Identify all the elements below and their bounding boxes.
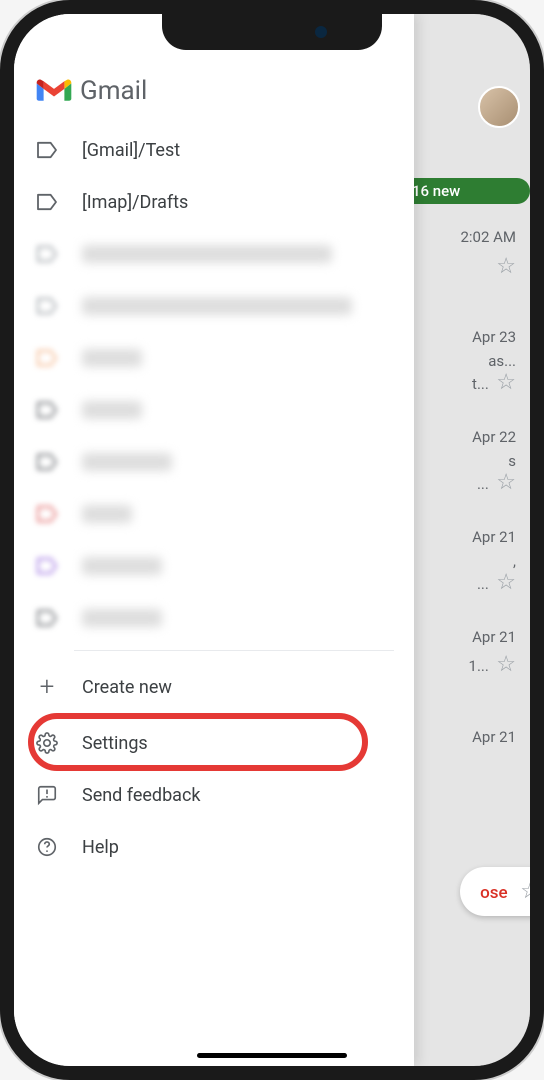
compose-button[interactable]: ose ☆ <box>460 867 530 916</box>
plus-icon: + <box>36 672 58 702</box>
nav-drawer: Gmail [Gmail]/Test [Imap]/Drafts + Create… <box>14 14 414 1066</box>
label-text <box>82 297 352 315</box>
settings-item[interactable]: Settings <box>14 717 414 769</box>
label-icon <box>36 401 58 419</box>
label-item[interactable] <box>14 332 414 384</box>
feedback-text: Send feedback <box>82 785 201 806</box>
label-item[interactable]: [Gmail]/Test <box>14 124 414 176</box>
star-icon[interactable]: ☆ <box>520 879 530 904</box>
label-icon <box>36 245 58 263</box>
create-new-text: Create new <box>82 677 172 698</box>
row-snippet: ,... ☆ <box>477 552 516 595</box>
row-time: Apr 23 <box>472 328 516 346</box>
inbox-row[interactable]: Apr 22 s... ☆ <box>400 418 530 518</box>
help-text: Help <box>82 837 119 858</box>
inbox-row[interactable]: Apr 21 <box>400 718 530 818</box>
divider <box>74 650 394 651</box>
label-icon <box>36 557 58 575</box>
inbox-background: 16 new 2:02 AM ☆ Apr 23 as... t... ☆ Apr… <box>400 14 530 1066</box>
create-new-label[interactable]: + Create new <box>14 657 414 717</box>
row-snippet: 1... ☆ <box>469 652 516 677</box>
inbox-row[interactable]: Apr 21 ,... ☆ <box>400 518 530 618</box>
label-icon <box>36 193 58 211</box>
label-item[interactable] <box>14 436 414 488</box>
label-item[interactable] <box>14 488 414 540</box>
row-time: Apr 22 <box>472 428 516 446</box>
notch <box>162 14 382 50</box>
row-time: Apr 21 <box>472 628 516 646</box>
label-text <box>82 609 162 627</box>
compose-label: ose <box>480 883 508 903</box>
label-item[interactable] <box>14 384 414 436</box>
row-snippet: s... ☆ <box>477 452 516 495</box>
label-text <box>82 401 142 419</box>
drawer-title: Gmail <box>80 76 147 106</box>
unread-badge: 16 new <box>400 178 530 204</box>
row-time: Apr 21 <box>472 728 516 746</box>
label-item[interactable] <box>14 228 414 280</box>
label-icon <box>36 505 58 523</box>
label-item[interactable]: [Imap]/Drafts <box>14 176 414 228</box>
label-text <box>82 453 172 471</box>
feedback-icon <box>36 784 58 806</box>
label-text <box>82 505 132 523</box>
home-indicator[interactable] <box>197 1053 347 1058</box>
row-time: 2:02 AM <box>460 228 516 246</box>
label-icon <box>36 141 58 159</box>
label-text: [Gmail]/Test <box>82 140 180 161</box>
row-snippet: as... t... ☆ <box>468 352 516 395</box>
row-time: Apr 21 <box>472 528 516 546</box>
label-icon <box>36 349 58 367</box>
gear-icon <box>36 732 58 754</box>
avatar[interactable] <box>478 86 520 128</box>
help-icon <box>36 836 58 858</box>
label-item[interactable] <box>14 540 414 592</box>
label-text: [Imap]/Drafts <box>82 192 188 213</box>
label-icon <box>36 453 58 471</box>
label-item[interactable] <box>14 592 414 644</box>
help-item[interactable]: Help <box>14 821 414 873</box>
label-text <box>82 245 332 263</box>
send-feedback-item[interactable]: Send feedback <box>14 769 414 821</box>
star-icon[interactable]: ☆ <box>496 254 516 279</box>
inbox-row[interactable]: Apr 23 as... t... ☆ <box>400 318 530 418</box>
gmail-logo-icon <box>36 77 72 105</box>
label-icon <box>36 297 58 315</box>
label-item[interactable] <box>14 280 414 332</box>
label-text <box>82 557 162 575</box>
label-text <box>82 349 142 367</box>
drawer-header: Gmail <box>14 70 414 124</box>
screen: 16 new 2:02 AM ☆ Apr 23 as... t... ☆ Apr… <box>14 14 530 1066</box>
phone-frame: 16 new 2:02 AM ☆ Apr 23 as... t... ☆ Apr… <box>0 0 544 1080</box>
inbox-row[interactable]: Apr 21 1... ☆ <box>400 618 530 718</box>
inbox-row[interactable]: 2:02 AM ☆ <box>400 218 530 318</box>
label-icon <box>36 609 58 627</box>
settings-text: Settings <box>82 733 148 754</box>
